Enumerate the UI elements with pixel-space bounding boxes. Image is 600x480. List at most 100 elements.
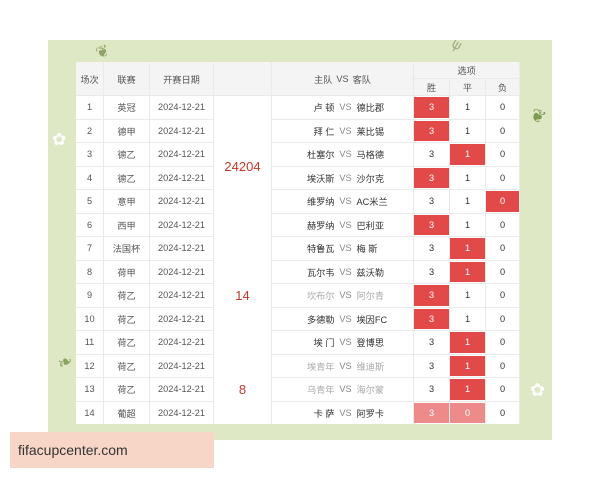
loss-option[interactable]: 0	[486, 261, 519, 282]
header-league: 联赛	[104, 62, 150, 96]
draw-option[interactable]: 1	[450, 355, 485, 376]
draw-option[interactable]: 1	[450, 379, 485, 400]
draw-option[interactable]: 1	[450, 238, 485, 259]
away-team: 埃因FC	[356, 314, 388, 325]
league-label: 荷乙	[104, 284, 150, 308]
draw-option-cell: 1	[450, 119, 486, 143]
draw-option-cell: 1	[450, 260, 486, 284]
draw-option[interactable]: 0	[450, 402, 485, 423]
header-away: 客队	[352, 74, 371, 85]
draw-option[interactable]: 1	[450, 191, 485, 212]
loss-option[interactable]: 0	[486, 285, 519, 306]
draw-option[interactable]: 1	[450, 285, 485, 306]
win-option-cell: 3	[414, 119, 450, 143]
win-option-cell: 3	[414, 166, 450, 190]
home-team: 特鲁瓦	[306, 244, 335, 255]
win-option-cell: 3	[414, 378, 450, 402]
loss-option[interactable]: 0	[486, 308, 519, 329]
loss-option[interactable]: 0	[486, 214, 519, 235]
flower-icon: ✿	[530, 380, 546, 401]
match-date: 2024-12-21	[150, 96, 214, 120]
loss-option[interactable]: 0	[486, 191, 519, 212]
vs-label: VS	[339, 337, 352, 348]
loss-option[interactable]: 0	[486, 402, 519, 423]
loss-option-cell: 0	[486, 96, 520, 120]
win-option[interactable]: 3	[414, 238, 449, 259]
win-option[interactable]: 3	[414, 167, 449, 188]
win-option-cell: 3	[414, 96, 450, 120]
loss-option-cell: 0	[486, 260, 520, 284]
loss-option[interactable]: 0	[486, 379, 519, 400]
league-label: 荷乙	[104, 354, 150, 378]
row-number: 9	[76, 284, 104, 308]
win-option[interactable]: 3	[414, 285, 449, 306]
lottery-table: 场次 联赛 开赛日期 主队 VS 客队 选项 胜 平 负 24204 14 8 …	[76, 62, 520, 424]
loss-option[interactable]: 0	[486, 144, 519, 165]
match-date: 2024-12-21	[150, 307, 214, 331]
home-team: 卢 顿	[313, 103, 335, 114]
loss-option-cell: 0	[486, 119, 520, 143]
win-option[interactable]: 3	[414, 355, 449, 376]
loss-option-cell: 0	[486, 331, 520, 355]
draw-option[interactable]: 1	[450, 332, 485, 353]
home-team: 埃沃斯	[306, 173, 335, 184]
win-option[interactable]: 3	[414, 120, 449, 141]
loss-option[interactable]: 0	[486, 97, 519, 118]
row-number: 5	[76, 190, 104, 214]
draw-option[interactable]: 1	[450, 144, 485, 165]
away-team: 兹沃勒	[356, 267, 385, 278]
win-option[interactable]: 3	[414, 144, 449, 165]
vs-label: VS	[339, 243, 352, 254]
win-option[interactable]: 3	[414, 261, 449, 282]
away-team: 巴利亚	[356, 220, 385, 231]
win-option[interactable]: 3	[414, 332, 449, 353]
match-teams: 杜塞尔 VS 马格德	[272, 143, 414, 167]
win-option[interactable]: 3	[414, 97, 449, 118]
draw-option[interactable]: 1	[450, 308, 485, 329]
draw-option-cell: 1	[450, 166, 486, 190]
draw-option-cell: 1	[450, 284, 486, 308]
loss-option[interactable]: 0	[486, 238, 519, 259]
vs-label: VS	[339, 102, 352, 113]
away-team: 德比郡	[356, 103, 385, 114]
header-options: 选项	[414, 62, 520, 79]
draw-option-cell: 1	[450, 354, 486, 378]
away-team: 莱比锡	[356, 126, 385, 137]
loss-option-cell: 0	[486, 401, 520, 424]
home-team: 多德勒	[306, 314, 335, 325]
loss-option[interactable]: 0	[486, 120, 519, 141]
loss-option-cell: 0	[486, 237, 520, 261]
win-option[interactable]: 3	[414, 191, 449, 212]
loss-option[interactable]: 0	[486, 332, 519, 353]
match-date: 2024-12-21	[150, 213, 214, 237]
win-option-cell: 3	[414, 237, 450, 261]
draw-option[interactable]: 1	[450, 167, 485, 188]
draw-option[interactable]: 1	[450, 120, 485, 141]
loss-option[interactable]: 0	[486, 355, 519, 376]
match-teams: 乌青年 VS 海尔蒙	[272, 378, 414, 402]
draw-option[interactable]: 1	[450, 97, 485, 118]
loss-option[interactable]: 0	[486, 167, 519, 188]
row-number: 13	[76, 378, 104, 402]
match-teams: 埃 门 VS 登博思	[272, 331, 414, 355]
win-option[interactable]: 3	[414, 379, 449, 400]
draw-option[interactable]: 1	[450, 261, 485, 282]
match-date: 2024-12-21	[150, 331, 214, 355]
site-watermark: fifacupcenter.com	[10, 432, 214, 468]
header-date: 开赛日期	[150, 62, 214, 96]
table-grid: 场次 联赛 开赛日期 主队 VS 客队 选项 胜 平 负 24204 14 8 …	[76, 62, 520, 424]
row-number: 14	[76, 401, 104, 424]
win-option[interactable]: 3	[414, 402, 449, 423]
draw-option-cell: 0	[450, 401, 486, 424]
home-team: 赫罗纳	[306, 220, 335, 231]
league-label: 意甲	[104, 190, 150, 214]
away-team: 马格德	[356, 150, 385, 161]
draw-option[interactable]: 1	[450, 214, 485, 235]
home-team: 维罗纳	[306, 197, 335, 208]
win-option[interactable]: 3	[414, 308, 449, 329]
draw-option-cell: 1	[450, 96, 486, 120]
win-option[interactable]: 3	[414, 214, 449, 235]
win-option-cell: 3	[414, 401, 450, 424]
draw-option-cell: 1	[450, 143, 486, 167]
home-team: 瓦尔韦	[306, 267, 335, 278]
